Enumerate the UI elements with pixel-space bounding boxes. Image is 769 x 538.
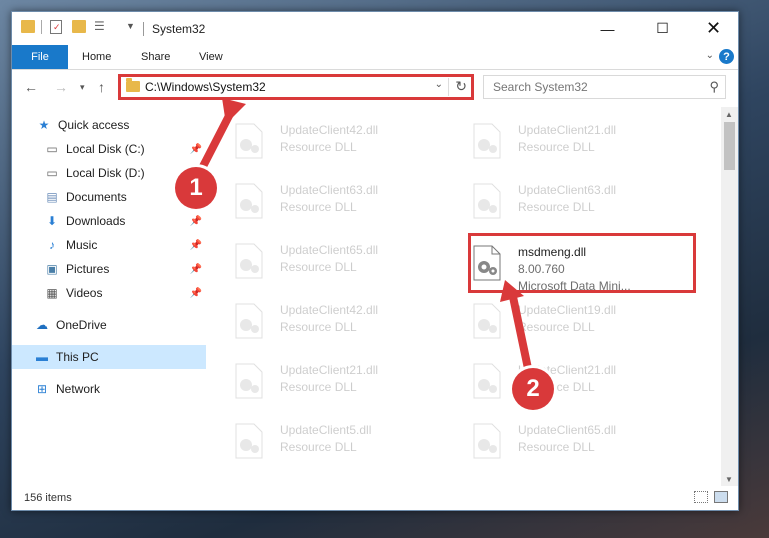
arrow-to-file	[508, 288, 534, 382]
arrowhead-address	[222, 98, 246, 124]
callout-badge-2: 2	[512, 368, 554, 410]
arrowhead-file	[500, 280, 524, 302]
callout-arrows	[192, 98, 534, 382]
callout-badge-1: 1	[175, 167, 217, 209]
